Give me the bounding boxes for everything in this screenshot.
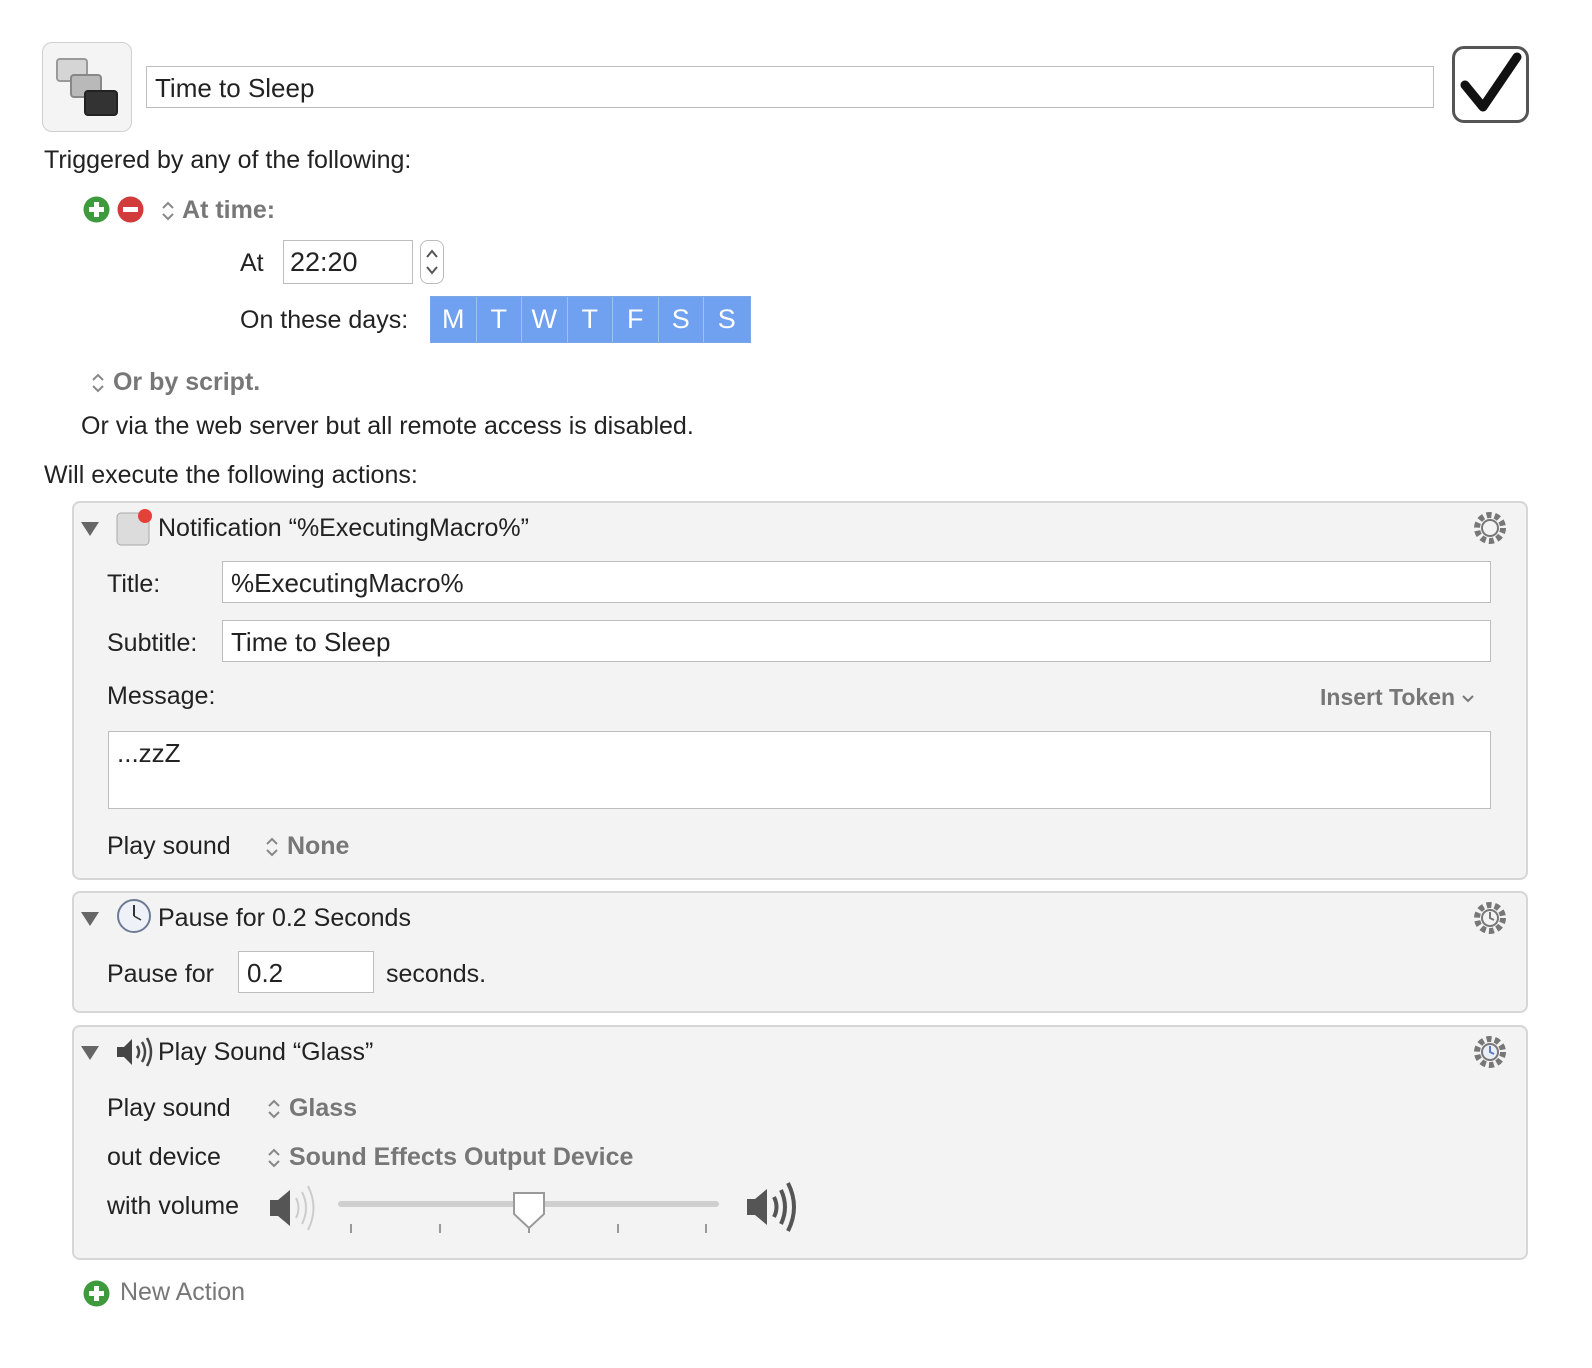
day-sunday[interactable]: S (704, 297, 750, 342)
slider-tick (705, 1224, 707, 1233)
day-friday[interactable]: F (613, 297, 659, 342)
play-sound-header: Play Sound “Glass” (158, 1038, 374, 1066)
days-label: On these days: (240, 306, 409, 334)
pause-for-label: Pause for (107, 960, 215, 988)
notification-sound-value: None (286, 832, 350, 860)
gear-icon[interactable] (1470, 1032, 1510, 1072)
clock-icon (117, 899, 151, 933)
minus-circle-icon[interactable] (117, 196, 144, 223)
gear-icon[interactable] (1470, 898, 1510, 938)
volume-label: with volume (107, 1192, 239, 1220)
plus-circle-icon[interactable] (83, 196, 110, 223)
updown-chevron-icon (162, 201, 174, 221)
new-action-button[interactable]: New Action (120, 1278, 245, 1307)
title-label: Title: (107, 570, 161, 598)
trigger-type-label: At time: (182, 196, 276, 224)
day-saturday[interactable]: S (658, 297, 704, 342)
message-label: Message: (107, 682, 216, 710)
notification-icon (116, 509, 152, 546)
web-server-text: Or via the web server but all remote acc… (81, 412, 694, 440)
day-tuesday[interactable]: T (476, 297, 522, 342)
volume-low-icon (270, 1185, 315, 1231)
macro-screens-icon (56, 58, 118, 116)
day-wednesday[interactable]: W (522, 297, 568, 342)
seconds-label: seconds. (386, 960, 487, 988)
checkmark-icon (1460, 52, 1522, 112)
slider-tick (350, 1224, 352, 1233)
disclosure-triangle-icon[interactable] (81, 1046, 99, 1060)
updown-chevron-icon (268, 1099, 280, 1119)
pause-header: Pause for 0.2 Seconds (158, 904, 411, 932)
chevron-down-icon (1462, 695, 1475, 703)
time-input[interactable]: 22:20 (283, 240, 413, 284)
message-textarea[interactable]: ...zzZ (108, 731, 1491, 809)
updown-chevron-icon (268, 1148, 280, 1168)
macro-name-field[interactable]: Time to Sleep (146, 66, 1434, 108)
day-thursday[interactable]: T (567, 297, 613, 342)
output-device-value: Sound Effects Output Device (288, 1143, 634, 1171)
gear-icon[interactable] (1470, 508, 1510, 548)
sound-popup[interactable]: Glass (266, 1094, 357, 1123)
notification-sound-popup[interactable]: None (264, 832, 349, 861)
slider-tick (439, 1224, 441, 1233)
triggers-heading: Triggered by any of the following: (44, 146, 412, 174)
insert-token-label: Insert Token (1320, 684, 1456, 710)
notification-play-sound-label: Play sound (107, 832, 231, 860)
notification-action-panel (72, 501, 1528, 880)
macro-icon[interactable] (42, 42, 132, 132)
actions-heading: Will execute the following actions: (44, 461, 418, 489)
subtitle-label: Subtitle: (107, 629, 198, 657)
play-sound-label: Play sound (107, 1094, 231, 1122)
speaker-icon (117, 1037, 153, 1067)
updown-chevron-icon (266, 837, 278, 857)
title-input[interactable]: %ExecutingMacro% (222, 561, 1491, 603)
stepper-arrows-icon (426, 249, 438, 275)
notification-header: Notification “%ExecutingMacro%” (158, 514, 529, 542)
volume-high-icon (747, 1182, 796, 1232)
out-device-label: out device (107, 1143, 221, 1171)
subtitle-input[interactable]: Time to Sleep (222, 620, 1491, 662)
trigger-type-popup[interactable]: At time: (160, 196, 275, 225)
insert-token-menu[interactable]: Insert Token (1320, 684, 1475, 711)
sound-value: Glass (288, 1094, 358, 1122)
pause-seconds-input[interactable]: 0.2 (238, 951, 374, 993)
disclosure-triangle-icon[interactable] (81, 522, 99, 536)
script-trigger-popup[interactable]: Or by script. (90, 368, 260, 397)
days-selector: M T W T F S S (430, 296, 751, 343)
updown-chevron-icon (92, 373, 104, 393)
disclosure-triangle-icon[interactable] (81, 912, 99, 926)
output-device-popup[interactable]: Sound Effects Output Device (266, 1143, 633, 1172)
volume-slider-knob[interactable] (511, 1190, 547, 1232)
script-trigger-label: Or by script. (112, 368, 261, 396)
time-stepper[interactable] (420, 240, 444, 284)
plus-circle-icon[interactable] (83, 1280, 110, 1307)
day-monday[interactable]: M (431, 297, 477, 342)
slider-tick (617, 1224, 619, 1233)
macro-enabled-checkbox[interactable] (1452, 46, 1529, 123)
at-label: At (240, 249, 264, 277)
